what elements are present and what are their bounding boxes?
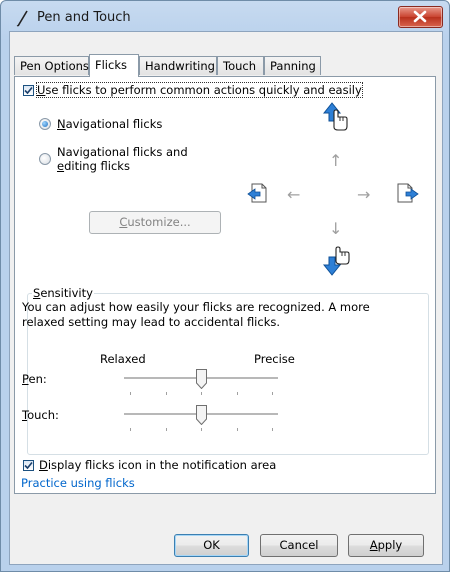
arrow-down-icon: ↓ (329, 219, 343, 238)
arrow-left-icon: ← (287, 185, 301, 204)
practice-flicks-link[interactable]: Practice using flicks (21, 476, 135, 490)
tab-panning[interactable]: Panning (264, 56, 321, 75)
customize-button[interactable]: Customize... (89, 211, 221, 234)
check-icon (24, 461, 33, 470)
touch-slider[interactable] (124, 404, 278, 434)
relaxed-label: Relaxed (100, 352, 146, 366)
check-icon (24, 86, 33, 95)
ok-button[interactable]: OK (174, 534, 249, 557)
slider-thumb[interactable] (196, 405, 207, 425)
cancel-button[interactable]: Cancel (260, 534, 338, 557)
tab-label: Flicks (95, 58, 127, 72)
tab-pen-options[interactable]: Pen Options (14, 56, 89, 75)
pen-slider-label: Pen: (22, 372, 47, 386)
flick-back-page-icon (245, 181, 271, 210)
close-button[interactable] (398, 6, 443, 28)
pen-and-touch-dialog: Pen and Touch Pen Options Flicks Handwri… (0, 0, 450, 572)
tab-handwriting[interactable]: Handwriting (139, 56, 217, 75)
touch-slider-label: Touch: (22, 408, 59, 422)
window-title: Pen and Touch (37, 10, 131, 25)
pen-slider[interactable] (124, 368, 278, 398)
use-flicks-checkbox[interactable] (23, 85, 34, 96)
flicks-tab-panel: Use flicks to perform common actions qui… (14, 76, 436, 494)
dialog-client-area: Pen Options Flicks Handwriting Touch Pan… (9, 31, 443, 565)
sensitivity-group: Sensitivity You can adjust how easily yo… (22, 286, 429, 455)
flick-forward-page-icon (395, 181, 421, 210)
flick-down-hand-icon (318, 245, 352, 282)
display-flicks-icon-checkbox[interactable] (23, 460, 34, 471)
pen-icon (15, 9, 31, 27)
sensitivity-group-label: Sensitivity (32, 286, 94, 300)
display-flicks-icon-label[interactable]: Display flicks icon in the notification … (39, 458, 276, 472)
slider-tick (130, 428, 131, 431)
arrow-up-icon: ↑ (329, 151, 343, 170)
arrow-right-icon: → (357, 185, 371, 204)
slider-tick (201, 428, 202, 431)
slider-tick (201, 392, 202, 395)
flick-up-hand-icon (318, 99, 352, 136)
slider-tick (130, 392, 131, 395)
navigational-flicks-label[interactable]: Navigational flicks (57, 117, 162, 131)
slider-tick (166, 392, 167, 395)
slider-tick (237, 392, 238, 395)
tab-touch[interactable]: Touch (217, 56, 264, 75)
precise-label: Precise (254, 352, 295, 366)
apply-button[interactable]: Apply (348, 534, 424, 557)
slider-tick (166, 428, 167, 431)
navigational-editing-flicks-label-line1[interactable]: Navigational flicks and (57, 145, 188, 159)
tab-flicks[interactable]: Flicks (89, 54, 139, 77)
navigational-editing-flicks-label-line2[interactable]: editing flicks (57, 159, 130, 173)
navigational-flicks-radio[interactable] (39, 118, 51, 130)
navigational-editing-flicks-radio[interactable] (39, 153, 51, 165)
sensitivity-description-line1: You can adjust how easily your flicks ar… (22, 300, 370, 314)
use-flicks-label[interactable]: Use flicks to perform common actions qui… (36, 82, 363, 98)
sensitivity-description-line2: relaxed setting may lead to accidental f… (22, 315, 281, 329)
tab-label: Pen Options (20, 59, 89, 73)
slider-tick (272, 428, 273, 431)
slider-tick (272, 392, 273, 395)
slider-thumb[interactable] (196, 369, 207, 389)
close-icon (413, 10, 427, 23)
tab-label: Panning (270, 59, 316, 73)
tab-label: Handwriting (145, 59, 215, 73)
tab-label: Touch (223, 59, 257, 73)
slider-tick (237, 428, 238, 431)
